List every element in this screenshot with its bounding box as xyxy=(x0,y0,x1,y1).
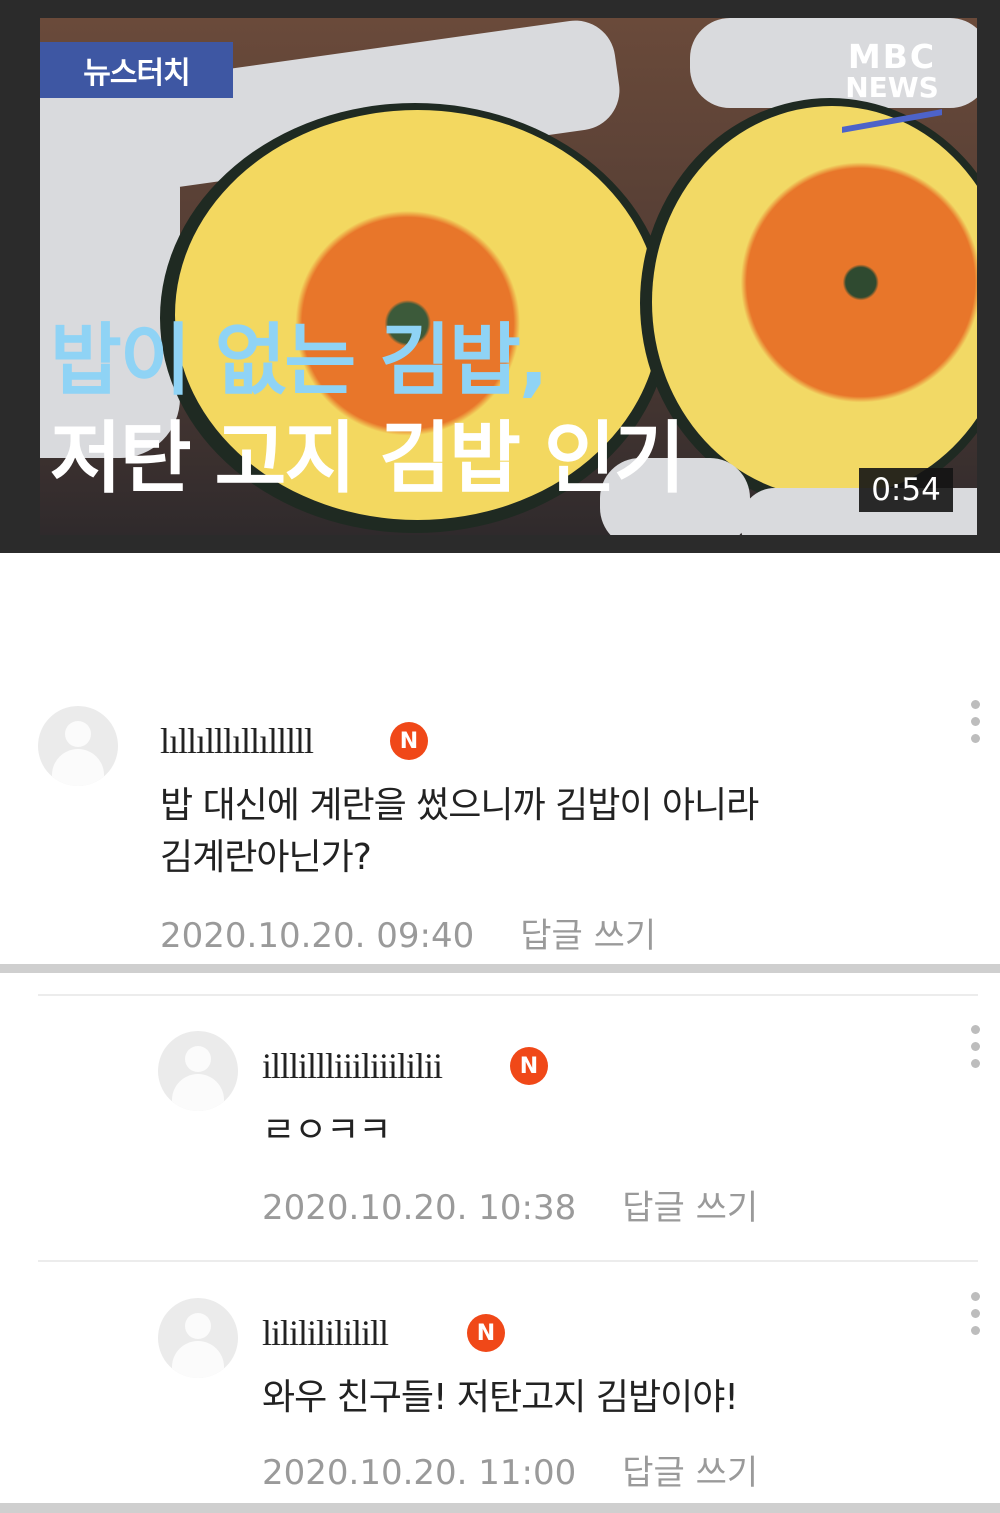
comment-meta: 2020.10.20. 10:38 답글 쓰기 xyxy=(262,1180,758,1229)
avatar-head-shape xyxy=(185,1313,211,1339)
avatar-head-shape xyxy=(185,1046,211,1072)
avatar-body-shape xyxy=(172,1341,224,1378)
comment-text-line1: 와우 친구들! 저탄고지 김밥이야! xyxy=(262,1377,739,1418)
section-divider xyxy=(0,964,1000,973)
video-headline-line2: 저탄 고지 김밥 인기 xyxy=(50,414,686,504)
news-touch-tag: 뉴스터치 xyxy=(40,42,233,98)
comment-text-line1: 밥 대신에 계란을 썼으니까 김밥이 아니라 xyxy=(160,785,759,826)
comment-username[interactable]: illlillliiiliiililii xyxy=(262,1045,443,1087)
comment-username[interactable]: lıllılllıllılllll xyxy=(160,720,314,762)
comment-meta: 2020.10.20. 11:00 답글 쓰기 xyxy=(262,1445,758,1494)
comment-date: 2020.10.20. 09:40 xyxy=(160,916,475,956)
comment-text-line2: 김계란아닌가? xyxy=(160,837,372,878)
logo-mbc-text: MBC xyxy=(847,37,937,76)
comment-username[interactable]: lilililililill xyxy=(262,1312,389,1354)
section-divider xyxy=(0,1503,1000,1513)
comment-date: 2020.10.20. 11:00 xyxy=(262,1453,577,1493)
avatar-head-shape xyxy=(65,721,91,747)
logo-news-text: NEWS xyxy=(845,71,939,104)
divider xyxy=(38,1260,978,1262)
avatar-body-shape xyxy=(52,749,104,786)
kebab-menu-icon[interactable] xyxy=(971,700,981,751)
comment-meta: 2020.10.20. 09:40 답글 쓰기 xyxy=(160,908,656,957)
comment-date: 2020.10.20. 10:38 xyxy=(262,1188,577,1228)
n-badge-icon: N xyxy=(390,722,428,760)
video-headline-line1: 밥이 없는 김밥, xyxy=(50,316,549,406)
n-badge-icon: N xyxy=(467,1314,505,1352)
reply-button[interactable]: 답글 쓰기 xyxy=(622,1188,758,1228)
reply-button[interactable]: 답글 쓰기 xyxy=(520,916,656,956)
mbc-news-logo: MBC NEWS xyxy=(840,40,944,104)
video-duration-badge: 0:54 xyxy=(859,468,953,512)
avatar-body-shape xyxy=(172,1074,224,1111)
n-badge-icon: N xyxy=(510,1047,548,1085)
default-user-avatar-icon[interactable] xyxy=(158,1031,238,1111)
glove-shape xyxy=(40,128,180,458)
kebab-menu-icon[interactable] xyxy=(971,1292,981,1343)
reply-button[interactable]: 답글 쓰기 xyxy=(622,1453,758,1493)
default-user-avatar-icon[interactable] xyxy=(38,706,118,786)
divider xyxy=(38,994,978,996)
kebab-menu-icon[interactable] xyxy=(971,1025,981,1076)
video-player[interactable]: 뉴스터치 MBC NEWS 밥이 없는 김밥, 저탄 고지 김밥 인기 0:54 xyxy=(0,0,1000,553)
default-user-avatar-icon[interactable] xyxy=(158,1298,238,1378)
comment-text-line1: ㄹㅇㅋㅋ xyxy=(262,1110,391,1151)
